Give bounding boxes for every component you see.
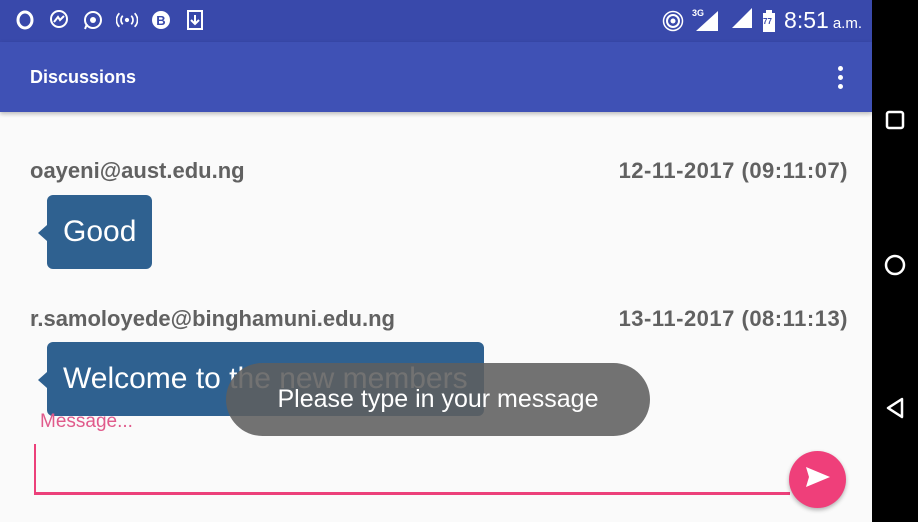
toast-message: Please type in your message — [226, 363, 650, 436]
menu-dot-icon — [837, 65, 843, 71]
network-type-label: 3G — [692, 7, 705, 18]
message-field-label: Message... — [40, 411, 133, 432]
square-icon — [885, 110, 905, 135]
page-title: Discussions — [30, 67, 137, 87]
triangle-back-icon — [885, 397, 905, 424]
recent-apps-button[interactable] — [883, 110, 907, 134]
svg-text:B: B — [156, 13, 165, 28]
app-screen: B 3G 77 8:51 a.m. Discussions oayeni@aus… — [0, 0, 872, 522]
status-time: 8:51 — [784, 7, 829, 33]
home-button[interactable] — [883, 254, 907, 281]
menu-dot-icon — [837, 83, 843, 89]
status-ampm: a.m. — [832, 15, 862, 32]
status-bar: B 3G 77 8:51 a.m. — [0, 0, 872, 42]
message-header: r.samoloyede@binghamuni.edu.ng 13-11-201… — [30, 306, 848, 336]
app-bar: Discussions — [0, 42, 872, 112]
circle-icon — [884, 254, 906, 281]
menu-dot-icon — [837, 74, 843, 80]
message-sender: oayeni@aust.edu.ng — [30, 158, 245, 183]
message-bubble: Good — [37, 195, 153, 269]
message-sender: r.samoloyede@binghamuni.edu.ng — [30, 306, 395, 331]
messenger-icon — [48, 9, 70, 31]
signal-icon — [730, 6, 754, 35]
hotspot-signal-icon — [662, 10, 684, 32]
message-timestamp: 12-11-2017 (09:11:07) — [618, 158, 848, 183]
download-icon — [184, 9, 206, 31]
battery-icon: 77 — [762, 9, 776, 33]
message-timestamp: 13-11-2017 (08:11:13) — [618, 306, 848, 331]
message-header: oayeni@aust.edu.ng 12-11-2017 (09:11:07) — [30, 158, 848, 188]
navigation-bar — [872, 0, 918, 522]
whatsapp-icon — [82, 9, 104, 31]
bitcoin-icon: B — [150, 9, 172, 31]
battery-level-label: 77 — [763, 16, 772, 26]
hotspot-icon — [116, 9, 138, 31]
opera-icon — [14, 9, 36, 31]
back-button[interactable] — [883, 397, 907, 424]
message-input[interactable] — [34, 444, 790, 495]
send-icon — [804, 465, 832, 494]
network-signal-icon: 3G — [692, 7, 722, 33]
overflow-menu-button[interactable] — [828, 62, 852, 92]
send-button[interactable] — [789, 451, 846, 508]
